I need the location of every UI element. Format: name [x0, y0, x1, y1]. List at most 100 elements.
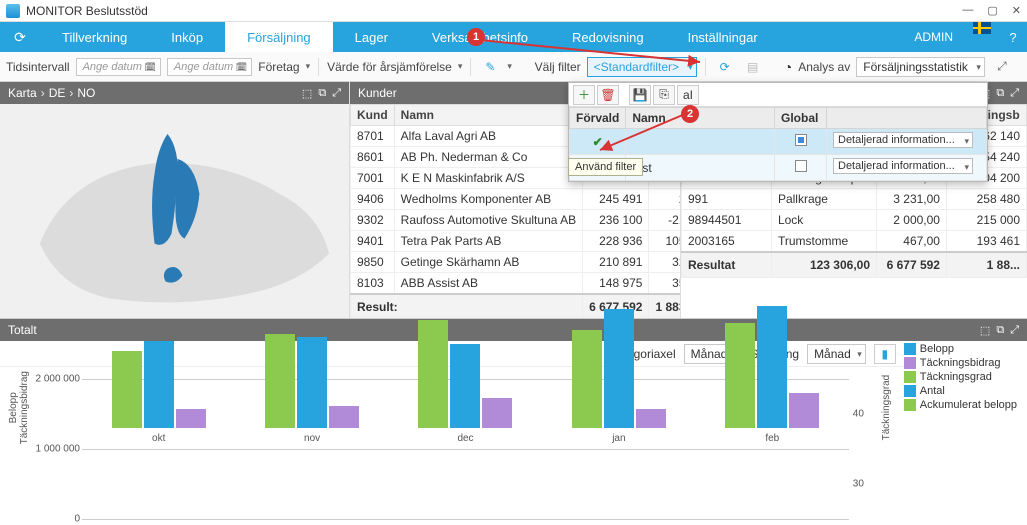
expand-icon[interactable]: ⤢: [991, 56, 1013, 78]
fp-col-global[interactable]: Global: [775, 108, 827, 129]
fp-col-namn[interactable]: Namn: [626, 108, 775, 129]
filter-row[interactable]: ✔ Detaljerad information...▾: [570, 129, 987, 155]
legend-item[interactable]: Ackumulerat belopp: [904, 399, 1017, 411]
table-row[interactable]: 8103ABB Assist AB148 97535 720: [351, 273, 681, 295]
bar[interactable]: [144, 341, 174, 429]
legend-item[interactable]: Täckningsgrad: [904, 371, 1017, 383]
kunder-tool-2[interactable]: ⧉: [996, 87, 1004, 100]
tidsintervall-label: Tidsintervall: [6, 60, 70, 74]
totalt-tool-3[interactable]: ⤢: [1010, 324, 1019, 337]
date-from-input[interactable]: Ange datum🗓: [76, 58, 161, 76]
map-tool-1[interactable]: ⬚: [302, 87, 312, 100]
app-icon: [6, 4, 20, 18]
totalt-tool-1[interactable]: ⬚: [980, 324, 990, 337]
bar[interactable]: [725, 323, 755, 428]
y-axis-label: BeloppTäckningsbidrag: [6, 371, 32, 444]
filter-copy-icon[interactable]: ⎘: [653, 85, 675, 105]
nav-tab-inköp[interactable]: Inköp: [149, 22, 225, 52]
filter-add-icon[interactable]: ＋: [573, 85, 595, 105]
edit-icon[interactable]: ✎: [479, 56, 501, 78]
bar[interactable]: [789, 393, 819, 428]
bar[interactable]: [482, 398, 512, 428]
admin-label[interactable]: ADMIN: [902, 22, 965, 52]
date-to-input[interactable]: Ange datum🗓: [167, 58, 252, 76]
nav-tab-inställningar[interactable]: Inställningar: [666, 22, 780, 52]
bar[interactable]: [450, 344, 480, 428]
map-crumb-no[interactable]: NO: [77, 86, 95, 100]
filter-dropdown[interactable]: <Standardfilter>▾: [587, 57, 697, 77]
jamforelse-label: Värde för årsjämförelse: [327, 60, 452, 74]
table-row[interactable]: 991Pallkrage3 231,00258 480: [682, 189, 1027, 210]
bar[interactable]: [329, 406, 359, 428]
top-nav: ⟳ TillverkningInköpFörsäljningLagerVerks…: [0, 22, 1027, 52]
fp-col-detail[interactable]: [827, 108, 987, 129]
help-icon[interactable]: ?: [999, 22, 1027, 52]
table-row[interactable]: 9850Getinge Skärhamn AB210 89132 697: [351, 252, 681, 273]
map-tool-3[interactable]: ⤢: [332, 87, 341, 100]
bar[interactable]: [636, 409, 666, 429]
fp-col-forvald[interactable]: Förvald: [570, 108, 626, 129]
map-title: Karta: [8, 86, 37, 100]
nav-tab-redovisning[interactable]: Redovisning: [550, 22, 666, 52]
col-namn[interactable]: Namn: [394, 105, 582, 126]
table-row[interactable]: 2003165Trumstomme467,00193 461: [682, 231, 1027, 253]
flag-icon[interactable]: [973, 22, 991, 34]
kunder-panel: Kunder ⬚ ⧉ ⤢ Kund Namn B...: [350, 82, 1027, 318]
analys-label: Analys av: [798, 60, 850, 74]
analys-dropdown[interactable]: Försäljningsstatistik▾: [856, 57, 985, 77]
maximize-icon[interactable]: ▢: [987, 4, 997, 17]
legend-item[interactable]: Täckningsbidrag: [904, 357, 1017, 369]
bar[interactable]: [176, 409, 206, 429]
bar[interactable]: [418, 320, 448, 429]
nav-tab-verksamhetsinfo[interactable]: Verksamhetsinfo: [410, 22, 550, 52]
filter-rename-icon[interactable]: aI: [677, 85, 699, 105]
close-icon[interactable]: ✕: [1012, 4, 1021, 17]
window-title: MONITOR Beslutsstöd: [26, 4, 962, 18]
map-panel: Karta › DE › NO ⬚ ⧉ ⤢: [0, 82, 350, 318]
legend-item[interactable]: Antal: [904, 385, 1017, 397]
bar[interactable]: [297, 337, 327, 428]
filter-save-icon[interactable]: 💾: [629, 85, 651, 105]
refresh-filter-icon[interactable]: ⟳: [714, 56, 736, 78]
titlebar: MONITOR Beslutsstöd — ▢ ✕: [0, 0, 1027, 22]
document-icon[interactable]: ▤: [742, 56, 764, 78]
nav-tab-lager[interactable]: Lager: [333, 22, 410, 52]
map-crumb-de[interactable]: DE: [49, 86, 66, 100]
nav-tab-försäljning[interactable]: Försäljning: [225, 22, 333, 52]
chart-plot[interactable]: 01 000 0002 000 0003040oktnovdecjanfeb: [32, 371, 879, 444]
totalt-title: Totalt: [8, 323, 37, 337]
bar[interactable]: [112, 351, 142, 428]
global-checkbox[interactable]: [795, 160, 807, 172]
bar[interactable]: [604, 309, 634, 428]
kunder-title: Kunder: [358, 86, 397, 100]
map-tool-2[interactable]: ⧉: [318, 87, 326, 100]
detail-dropdown[interactable]: Detaljerad information...▾: [833, 158, 973, 174]
table-row[interactable]: 98944501Lock2 000,00215 000: [682, 210, 1027, 231]
map-body[interactable]: [0, 104, 349, 318]
bar[interactable]: [572, 330, 602, 428]
chart-type-icon[interactable]: ▮: [874, 344, 896, 364]
legend-item[interactable]: Belopp: [904, 343, 1017, 355]
global-checkbox[interactable]: [795, 134, 807, 146]
table-row[interactable]: 9406Wedholms Komponenter AB245 4912 679: [351, 189, 681, 210]
filter-delete-icon[interactable]: 🗑: [597, 85, 619, 105]
table-row[interactable]: 9401Tetra Pak Parts AB228 936105 991: [351, 231, 681, 252]
foretag-label: Företag: [258, 60, 299, 74]
toolbar: Tidsintervall Ange datum🗓 Ange datum🗓 Fö…: [0, 52, 1027, 82]
nav-tab-tillverkning[interactable]: Tillverkning: [40, 22, 149, 52]
chart-legend: Belopp Täckningsbidrag Täckningsgrad Antal A…: [904, 341, 1027, 444]
table-row[interactable]: 9302Raufoss Automotive Skultuna AB236 10…: [351, 210, 681, 231]
bar[interactable]: [757, 306, 787, 429]
gauge-icon[interactable]: ◔: [784, 59, 792, 75]
bar[interactable]: [265, 334, 295, 429]
col-kund[interactable]: Kund: [351, 105, 395, 126]
result-label: Result:: [351, 294, 583, 318]
filter-tooltip: Använd filter: [568, 158, 643, 176]
totalt-tool-2[interactable]: ⧉: [996, 324, 1004, 337]
refresh-button[interactable]: ⟳: [0, 22, 40, 52]
minimize-icon[interactable]: —: [962, 4, 973, 17]
valj-filter-label: Välj filter: [535, 60, 581, 74]
kunder-tool-3[interactable]: ⤢: [1010, 87, 1019, 100]
detail-dropdown[interactable]: Detaljerad information...▾: [833, 132, 973, 148]
check-icon[interactable]: ✔: [593, 135, 603, 149]
